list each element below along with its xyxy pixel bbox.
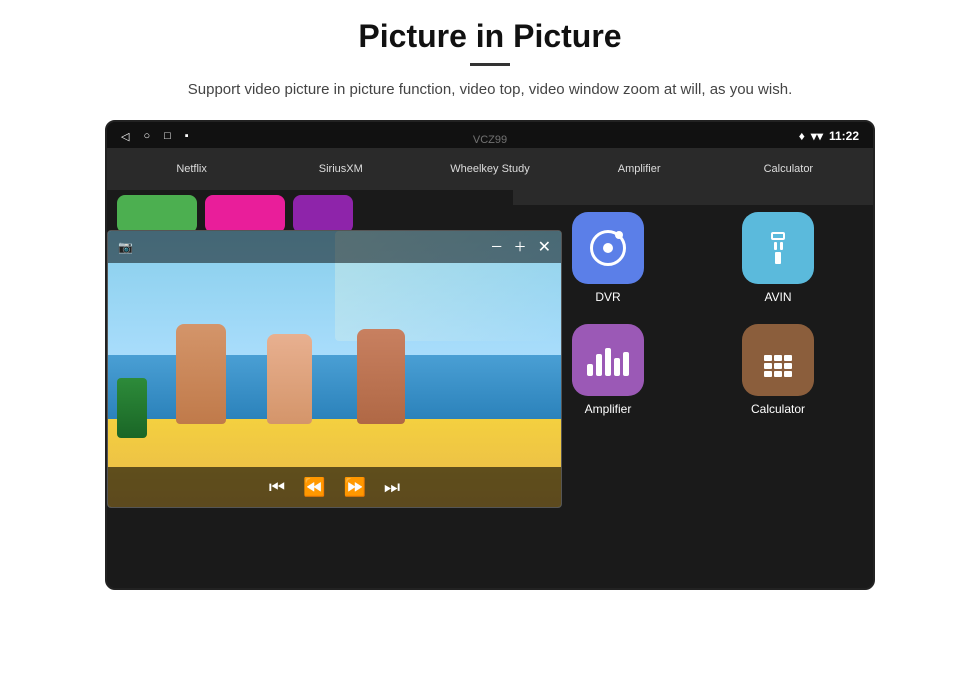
- calc-key-6: [784, 363, 792, 369]
- device-frame: ◁ ○ □ ▪ ♦ ▾▾ 11:22 ⌂ ⚡ ▾ 5:28 PM 📷 🔊: [105, 120, 875, 590]
- location-icon: ♦: [799, 129, 805, 143]
- calc-key-4: [764, 363, 772, 369]
- avin-plug-head: [771, 232, 785, 240]
- status-time: 11:22: [829, 129, 859, 143]
- amp-bar-1: [587, 364, 593, 376]
- avin-label: AVIN: [764, 290, 791, 304]
- amp-bars-icon: [587, 344, 629, 376]
- calc-keys: [764, 355, 792, 377]
- video-content: [108, 231, 561, 507]
- avin-plug-body: [775, 252, 781, 264]
- bottom-labels-row: Netflix SiriusXM Wheelkey Study Amplifie…: [107, 148, 873, 190]
- netflix-top-btn[interactable]: [117, 195, 197, 233]
- watermark: VCZ99: [473, 134, 507, 146]
- dvr-dot: [615, 231, 623, 239]
- prev-btn[interactable]: ⏮: [269, 477, 285, 498]
- top-app-row: [117, 195, 353, 233]
- calculator-bottom-label: Calculator: [764, 163, 814, 175]
- video-close-btn[interactable]: ✕: [538, 237, 551, 257]
- calc-layout: [764, 343, 792, 377]
- wifi-signal-icon: ▾▾: [811, 129, 823, 143]
- next-btn[interactable]: ⏭: [384, 477, 400, 498]
- calc-key-7: [764, 371, 772, 377]
- amplifier-bottom-item[interactable]: Amplifier: [589, 163, 689, 175]
- calculator-bottom-item[interactable]: Calculator: [738, 163, 838, 175]
- dvr-app-icon: [572, 212, 644, 284]
- dvr-label: DVR: [595, 290, 620, 304]
- forward-btn[interactable]: ⏩: [344, 477, 366, 498]
- video-minus-btn[interactable]: −: [491, 236, 502, 259]
- video-camera-icon: 📷: [118, 240, 133, 255]
- page-description: Support video picture in picture functio…: [188, 78, 792, 102]
- amplifier-bottom-label: Amplifier: [618, 163, 661, 175]
- siriusxm-bottom-label: SiriusXM: [319, 163, 363, 175]
- calculator-app-item[interactable]: Calculator: [693, 312, 863, 424]
- calc-key-5: [774, 363, 782, 369]
- title-divider: [470, 63, 510, 66]
- back-icon[interactable]: ◁: [121, 130, 129, 143]
- wheelkey-bottom-label: Wheelkey Study: [450, 163, 529, 175]
- amp-bar-3: [605, 348, 611, 376]
- siriusxm-bottom-item[interactable]: SiriusXM: [291, 163, 391, 175]
- video-header-right: − + ✕: [491, 236, 551, 259]
- siriusxm-top-btn[interactable]: [205, 195, 285, 233]
- amp-bar-2: [596, 354, 602, 376]
- avin-plug-icon: [771, 232, 785, 264]
- netflix-bottom-label: Netflix: [176, 163, 207, 175]
- person-2: [267, 334, 312, 424]
- status-bar-left: ◁ ○ □ ▪: [121, 130, 189, 143]
- page-container: Picture in Picture Support video picture…: [0, 0, 980, 698]
- video-plus-btn[interactable]: +: [514, 236, 525, 259]
- video-controls: ⏮ ⏪ ⏩ ⏭: [108, 467, 561, 507]
- avin-app-icon: [742, 212, 814, 284]
- netflix-bottom-item[interactable]: Netflix: [142, 163, 242, 175]
- person-1: [176, 324, 226, 424]
- video-header-left: 📷: [118, 240, 133, 255]
- calculator-label: Calculator: [751, 402, 805, 416]
- rewind-btn[interactable]: ⏪: [303, 477, 325, 498]
- amplifier-app-icon: [572, 324, 644, 396]
- avin-pin-2: [780, 242, 783, 250]
- wheelkey-top-btn[interactable]: [293, 195, 353, 233]
- calc-key-1: [764, 355, 772, 361]
- amp-bar-4: [614, 358, 620, 376]
- app-grid: DVR AVIN: [513, 190, 873, 205]
- amp-bar-5: [623, 352, 629, 376]
- video-window[interactable]: 📷 − + ✕: [107, 230, 562, 508]
- tree-left: [117, 378, 147, 438]
- video-header: 📷 − + ✕: [108, 231, 561, 263]
- status-bar-right: ♦ ▾▾ 11:22: [799, 129, 859, 143]
- home-icon[interactable]: ○: [143, 130, 150, 142]
- calc-key-3: [784, 355, 792, 361]
- calc-key-9: [784, 371, 792, 377]
- calc-key-8: [774, 371, 782, 377]
- amplifier-label: Amplifier: [585, 402, 632, 416]
- avin-pin-1: [774, 242, 777, 250]
- person-3: [357, 329, 405, 424]
- avin-app-item[interactable]: AVIN: [693, 200, 863, 312]
- calculator-app-icon: [742, 324, 814, 396]
- avin-pins: [774, 242, 783, 250]
- recent-icon[interactable]: □: [164, 130, 171, 142]
- calc-key-2: [774, 355, 782, 361]
- page-title: Picture in Picture: [358, 18, 621, 55]
- cast-icon: ▪: [185, 130, 189, 142]
- dvr-icon-inner: [590, 230, 626, 266]
- wheelkey-bottom-item[interactable]: Wheelkey Study: [440, 163, 540, 175]
